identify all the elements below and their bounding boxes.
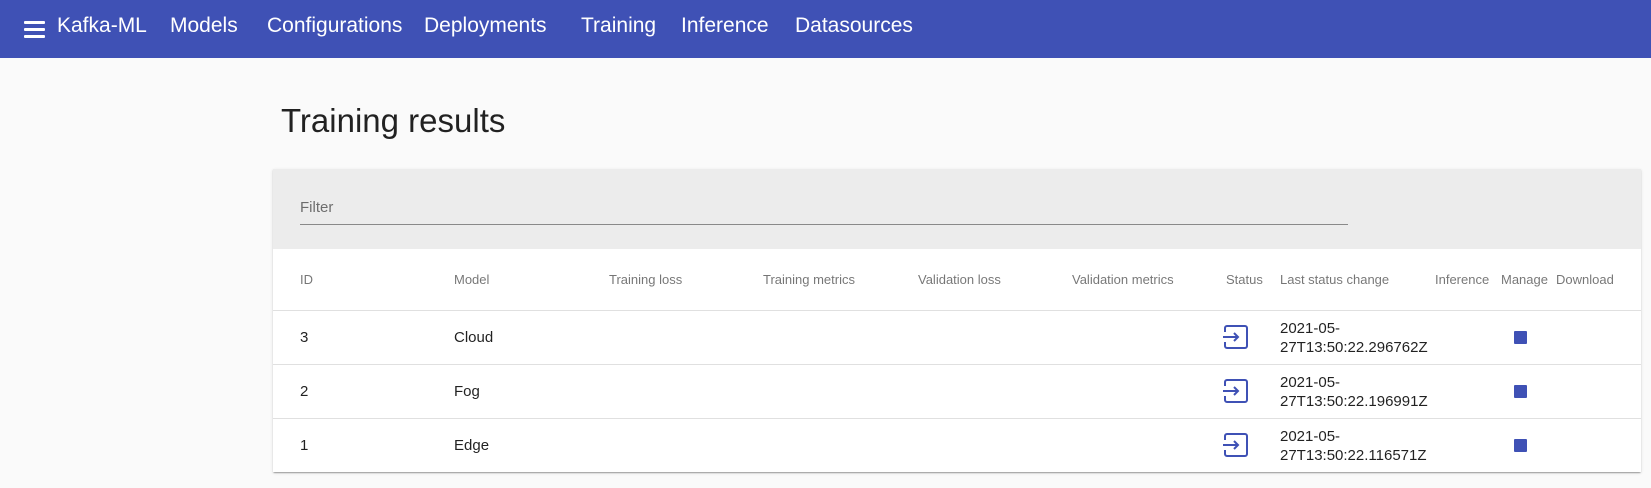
- header-training-loss[interactable]: Training loss: [609, 272, 682, 287]
- header-inference: Inference: [1435, 272, 1490, 287]
- stop-icon[interactable]: [1514, 385, 1527, 398]
- stop-icon[interactable]: [1514, 439, 1527, 452]
- time-line1: 2021-05-: [1280, 428, 1341, 445]
- header-status[interactable]: Status: [1226, 272, 1263, 287]
- table-row: 3 Cloud 2021-05- 27T13:50:22.296762Z: [273, 311, 1641, 365]
- header-last-status-change[interactable]: Last status change: [1280, 272, 1389, 287]
- time-line1: 2021-05-: [1280, 320, 1341, 337]
- header-validation-loss[interactable]: Validation loss: [918, 272, 1001, 287]
- brand-link[interactable]: Kafka-ML: [57, 14, 147, 38]
- top-toolbar: Kafka-ML Models Configurations Deploymen…: [0, 0, 1651, 58]
- cell-model: Edge: [454, 437, 490, 454]
- time-line2: 27T13:50:22.196991Z: [1280, 393, 1428, 410]
- header-manage: Manage: [1501, 272, 1548, 287]
- cell-id: 3: [300, 329, 309, 346]
- filter-input[interactable]: [300, 195, 1348, 225]
- cell-last-status-change: 2021-05- 27T13:50:22.116571Z: [1280, 427, 1450, 465]
- time-line2: 27T13:50:22.116571Z: [1280, 447, 1427, 464]
- table-row: 2 Fog 2021-05- 27T13:50:22.196991Z: [273, 365, 1641, 419]
- time-line1: 2021-05-: [1280, 374, 1341, 391]
- filter-area: [273, 169, 1641, 249]
- nav-training[interactable]: Training: [581, 14, 656, 38]
- header-validation-metrics[interactable]: Validation metrics: [1072, 272, 1174, 287]
- time-line2: 27T13:50:22.296762Z: [1280, 339, 1428, 356]
- cell-id: 1: [300, 437, 309, 454]
- stop-icon[interactable]: [1514, 331, 1527, 344]
- input-icon[interactable]: [1221, 432, 1249, 458]
- header-model[interactable]: Model: [454, 272, 489, 287]
- nav-configurations[interactable]: Configurations: [267, 14, 402, 38]
- cell-last-status-change: 2021-05- 27T13:50:22.196991Z: [1280, 373, 1450, 411]
- results-table-card: ID Model Training loss Training metrics …: [273, 169, 1641, 472]
- cell-id: 2: [300, 383, 309, 400]
- nav-inference[interactable]: Inference: [681, 14, 769, 38]
- header-id[interactable]: ID: [300, 272, 313, 287]
- input-icon[interactable]: [1221, 378, 1249, 404]
- nav-models[interactable]: Models: [170, 14, 238, 38]
- menu-icon[interactable]: [24, 18, 46, 40]
- nav-datasources[interactable]: Datasources: [795, 14, 913, 38]
- page-title: Training results: [281, 102, 506, 139]
- input-icon[interactable]: [1221, 324, 1249, 350]
- table-header-row: ID Model Training loss Training metrics …: [273, 249, 1641, 311]
- cell-model: Cloud: [454, 329, 494, 346]
- nav-deployments[interactable]: Deployments: [424, 14, 547, 38]
- cell-model: Fog: [454, 383, 480, 400]
- header-download: Download: [1556, 272, 1614, 287]
- header-training-metrics[interactable]: Training metrics: [763, 272, 855, 287]
- table-row: 1 Edge 2021-05- 27T13:50:22.116571Z: [273, 419, 1641, 473]
- cell-last-status-change: 2021-05- 27T13:50:22.296762Z: [1280, 319, 1450, 357]
